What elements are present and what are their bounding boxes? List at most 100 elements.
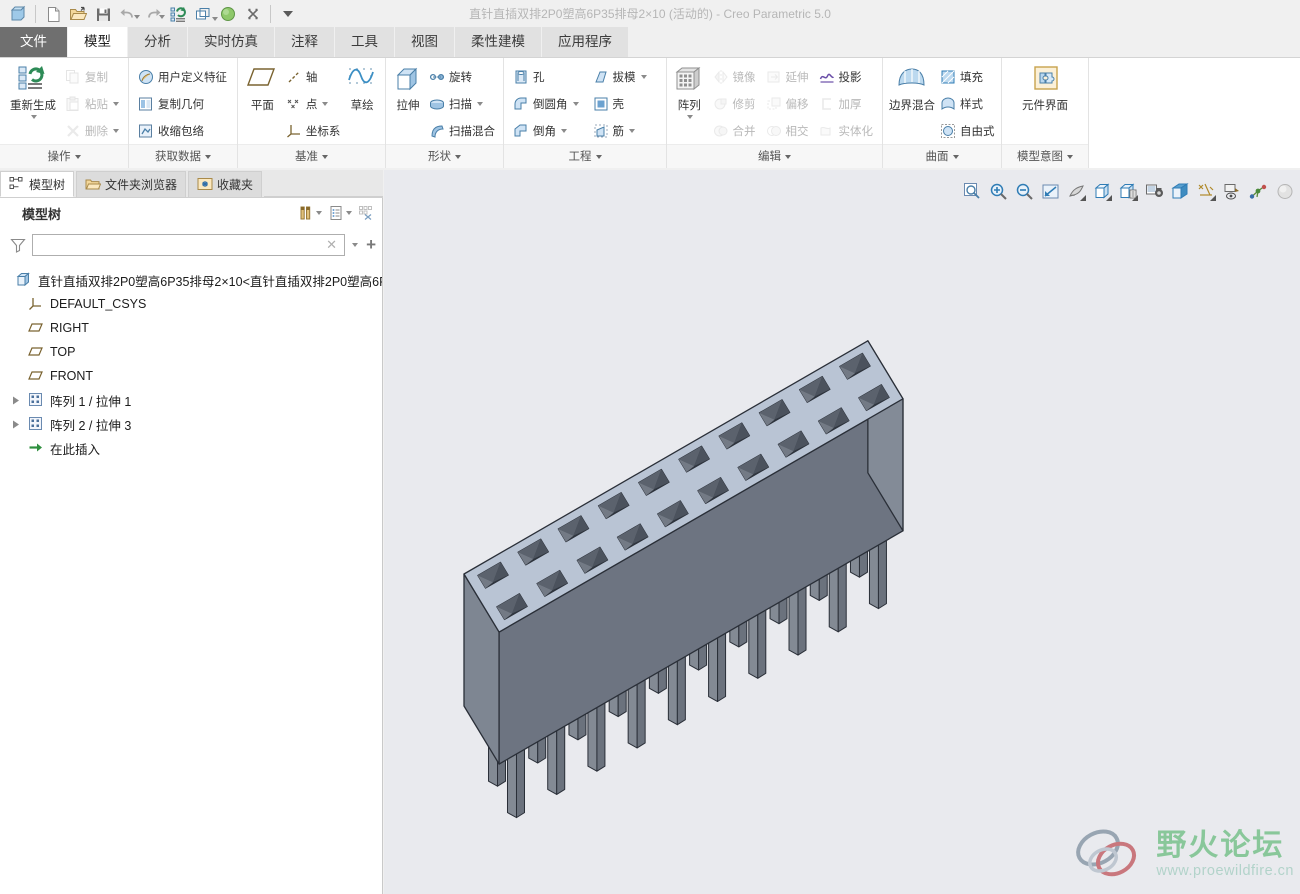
add-filter-icon[interactable]: + (364, 235, 376, 255)
tab-file[interactable]: 文件 (0, 27, 68, 57)
pattern-dropdown-arrow[interactable] (686, 115, 693, 119)
group-expand-arrow-editing[interactable] (785, 154, 791, 159)
tab-annotate[interactable]: 注释 (275, 27, 335, 57)
group-label-surfaces[interactable]: 曲面 (883, 144, 1001, 168)
mirror-button[interactable]: 镜像 (710, 65, 759, 89)
tree-settings-dropdown-arrow[interactable] (316, 211, 322, 215)
tree-item-part-root[interactable]: 直针直插双排2P0塑高6P35排母2×10<直针直插双排2P0塑高6P3 (0, 268, 382, 292)
tab-model[interactable]: 模型 (68, 27, 128, 57)
datum-plane-button[interactable]: 平面 (244, 63, 281, 113)
tree-item-top-plane[interactable]: TOP (0, 340, 382, 364)
group-expand-arrow-surfaces[interactable] (952, 154, 959, 159)
tree-item-front-plane[interactable]: FRONT (0, 364, 382, 388)
group-expand-arrow-model-intent[interactable] (1067, 154, 1073, 159)
pattern-button[interactable]: 阵列 (673, 63, 706, 119)
rib-button[interactable]: 筋 (590, 119, 650, 143)
app-icon[interactable] (6, 2, 30, 26)
close-window-icon[interactable] (216, 2, 240, 26)
tree-filter-off-button[interactable] (358, 205, 374, 221)
datum-csys-button[interactable]: 坐标系 (283, 119, 344, 143)
group-label-shapes[interactable]: 形状 (386, 144, 503, 168)
repaint-button[interactable] (1064, 179, 1088, 203)
group-label-model-intent[interactable]: 模型意图 (1002, 144, 1088, 168)
saved-views-button[interactable] (1116, 179, 1140, 203)
extrude-button[interactable]: 拉伸 (392, 63, 424, 113)
zoom-box-button[interactable] (960, 179, 984, 203)
nav-tab-model-tree[interactable]: 模型树 (0, 171, 75, 197)
freestyle-button[interactable]: 自由式 (937, 119, 998, 143)
new-file-icon[interactable] (41, 2, 65, 26)
repaint-dropdown-arrow[interactable] (1080, 195, 1086, 201)
component-interface-button[interactable]: 元件界面 (1008, 63, 1082, 113)
save-icon[interactable] (91, 2, 115, 26)
undo-icon[interactable] (116, 2, 140, 26)
regenerate-icon[interactable] (166, 2, 190, 26)
sweep-button[interactable]: 扫描 (426, 92, 498, 116)
group-label-engineering[interactable]: 工程 (504, 144, 666, 168)
delete-dropdown-arrow[interactable] (113, 129, 119, 133)
draft-dropdown-arrow[interactable] (640, 75, 647, 79)
group-label-get-data[interactable]: 获取数据 (129, 144, 237, 168)
thicken-button[interactable]: 加厚 (816, 92, 877, 116)
shrinkwrap-button[interactable]: 收缩包络 (135, 119, 230, 143)
datum-display-dropdown-arrow[interactable] (1210, 195, 1216, 201)
open-file-icon[interactable] (66, 2, 90, 26)
tree-display-button[interactable] (328, 205, 352, 221)
tree-settings-button[interactable] (298, 205, 322, 221)
udf-button[interactable]: 用户定义特征 (135, 65, 230, 89)
intersect-button[interactable]: 相交 (763, 119, 812, 143)
tree-item-default-csys[interactable]: DEFAULT_CSYS (0, 292, 382, 316)
redo-icon[interactable] (141, 2, 165, 26)
tree-toggle-pattern-1[interactable] (10, 396, 22, 405)
trim-button[interactable]: 修剪 (710, 92, 759, 116)
saved-views-dropdown-arrow[interactable] (1132, 195, 1138, 201)
quick-access-toolbar[interactable] (0, 0, 300, 28)
graphics-toolbar[interactable] (956, 178, 1300, 204)
group-label-datum[interactable]: 基准 (238, 144, 385, 168)
tree-toggle-pattern-2[interactable] (10, 420, 22, 429)
fill-button[interactable]: 填充 (937, 65, 998, 89)
spin-center-button[interactable] (1246, 179, 1270, 203)
graphics-viewport[interactable]: 野火论坛 www.proewildfire.cn (384, 170, 1300, 894)
zoom-out-button[interactable] (1012, 179, 1036, 203)
display-style-button[interactable] (1090, 179, 1114, 203)
tab-flexible-modeling[interactable]: 柔性建模 (455, 27, 542, 57)
draft-button[interactable]: 拔模 (590, 65, 650, 89)
tree-item-right-plane[interactable]: RIGHT (0, 316, 382, 340)
display-style-dropdown-arrow[interactable] (1106, 195, 1112, 201)
model-tree-search-input[interactable]: ✕ (32, 234, 346, 256)
swept-blend-button[interactable]: 扫描混合 (426, 119, 498, 143)
view-manager-button[interactable] (1142, 179, 1166, 203)
tree-item-insert-here[interactable]: 在此插入 (0, 436, 382, 460)
window-icon[interactable] (191, 2, 218, 26)
project-button[interactable]: 投影 (816, 65, 877, 89)
datum-axis-button[interactable]: 轴 (283, 65, 344, 89)
chamfer-button[interactable]: 倒角 (510, 119, 582, 143)
copy-geometry-button[interactable]: 复制几何 (135, 92, 230, 116)
paste-button[interactable]: 粘贴 (62, 92, 122, 116)
datum-point-button[interactable]: 点 (283, 92, 344, 116)
tab-applications[interactable]: 应用程序 (542, 27, 629, 57)
tab-live-simulation[interactable]: 实时仿真 (188, 27, 275, 57)
tab-view[interactable]: 视图 (395, 27, 455, 57)
offset-button[interactable]: 偏移 (763, 92, 812, 116)
style-button[interactable]: 样式 (937, 92, 998, 116)
group-expand-arrow-engineering[interactable] (595, 154, 602, 159)
nav-tab-folder-browser[interactable]: 文件夹浏览器 (76, 171, 187, 197)
regenerate-dropdown-arrow[interactable] (30, 115, 37, 119)
sweep-dropdown-arrow[interactable] (477, 102, 483, 106)
perspective-button[interactable] (1168, 179, 1192, 203)
nav-tab-favorites[interactable]: 收藏夹 (188, 171, 263, 197)
appearance-button[interactable] (1272, 179, 1296, 203)
boundary-blend-button[interactable]: 边界混合 (889, 63, 935, 113)
refit-button[interactable] (1038, 179, 1062, 203)
annotation-display-button[interactable] (1220, 179, 1244, 203)
tree-item-pattern-2[interactable]: 阵列 2 / 拉伸 3 (0, 412, 382, 436)
merge-button[interactable]: 合并 (710, 119, 759, 143)
cancel-icon[interactable] (241, 2, 265, 26)
paste-dropdown-arrow[interactable] (113, 102, 119, 106)
clear-search-icon[interactable]: ✕ (323, 237, 340, 253)
navigator-tab-strip[interactable]: 模型树 文件夹浏览器 收藏夹 (0, 170, 383, 198)
round-dropdown-arrow[interactable] (572, 102, 579, 106)
regenerate-button[interactable]: 重新生成 (6, 63, 60, 119)
